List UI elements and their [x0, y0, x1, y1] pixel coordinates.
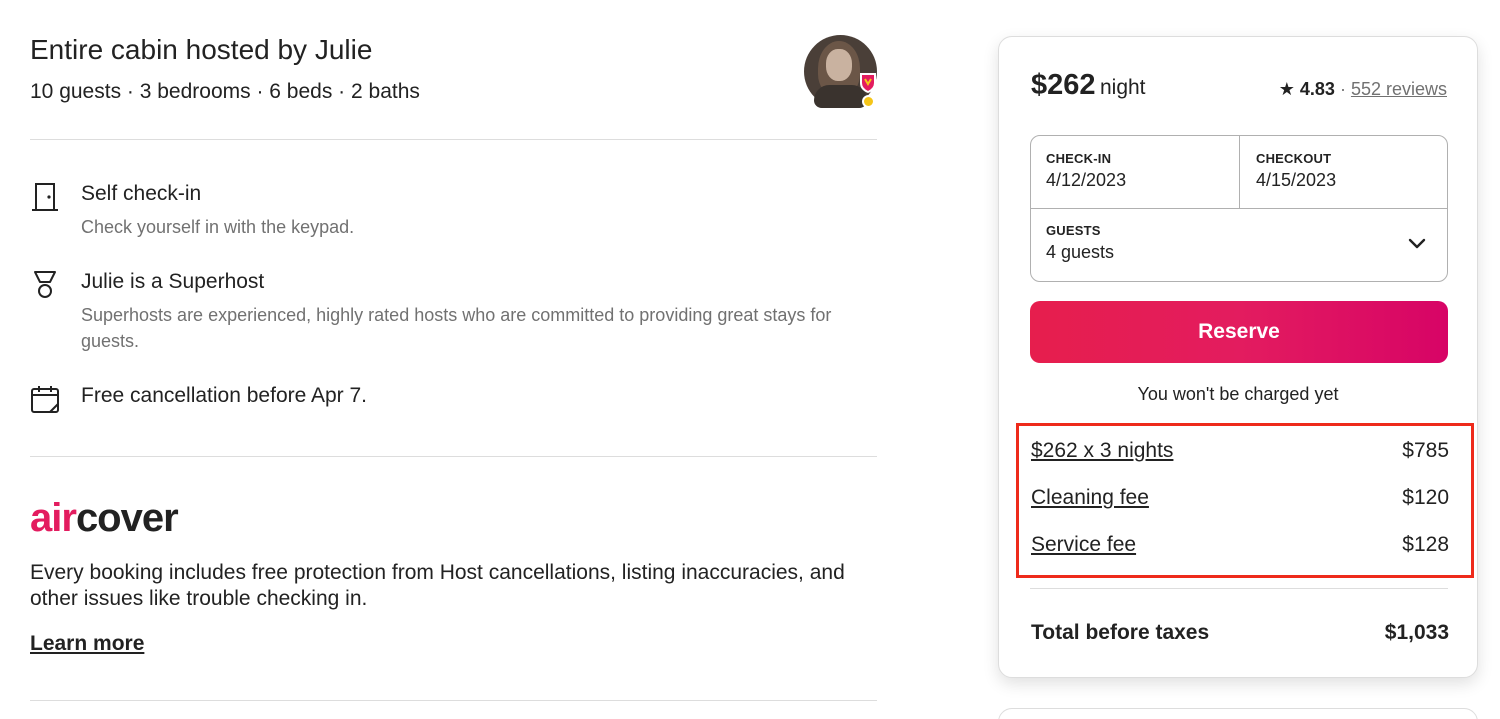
learn-more-link[interactable]: Learn more — [30, 632, 144, 656]
feature-title: Julie is a Superhost — [81, 270, 265, 293]
host-avatar[interactable] — [804, 35, 877, 108]
guests-value: 4 guests — [1046, 242, 1115, 262]
checkout-value: 4/15/2023 — [1256, 170, 1337, 190]
checkin-value: 4/12/2023 — [1046, 170, 1127, 190]
secondary-card — [998, 708, 1478, 719]
total-label: Total before taxes — [1031, 621, 1210, 644]
rating-separator: · — [1339, 79, 1346, 99]
price-amount: $262 — [1031, 69, 1096, 101]
guests-label: GUESTS — [1046, 223, 1101, 238]
superhost-medal-icon — [34, 271, 56, 298]
aircover-description: Every booking includes free protection f… — [30, 561, 845, 610]
divider — [30, 139, 877, 140]
reviews-link[interactable]: 552 reviews — [1351, 79, 1447, 100]
fee-label-link[interactable]: Service fee — [1031, 533, 1136, 556]
divider — [30, 456, 877, 457]
no-charge-note: You won't be charged yet — [1137, 384, 1339, 404]
total-value: $1,033 — [1384, 621, 1449, 644]
star-icon: ★ — [1278, 79, 1295, 99]
checkin-field[interactable]: CHECK-IN 4/12/2023 — [1046, 151, 1126, 191]
booking-card: $262 night ★ 4.83 · 552 reviews CHECK-IN… — [998, 36, 1478, 678]
nightly-price: $262 night — [1031, 69, 1146, 102]
fee-value: $120 — [1402, 486, 1449, 509]
feature-desc: Check yourself in with the keypad. — [81, 217, 355, 237]
total-row: Total before taxes $1,033 — [1031, 621, 1449, 645]
reserve-button[interactable]: Reserve — [1030, 301, 1448, 363]
fee-value: $128 — [1402, 533, 1449, 556]
fee-label-link[interactable]: $262 x 3 nights — [1031, 439, 1173, 462]
fee-row-service: Service fee $128 — [1031, 533, 1449, 557]
checkout-field[interactable]: CHECKOUT 4/15/2023 — [1256, 151, 1336, 191]
fee-label-link[interactable]: Cleaning fee — [1031, 486, 1149, 509]
feature-title: Self check-in — [81, 182, 202, 205]
date-guest-picker: CHECK-IN 4/12/2023 CHECKOUT 4/15/2023 GU… — [1030, 135, 1448, 282]
door-icon — [32, 183, 58, 211]
checkin-label: CHECK-IN — [1046, 151, 1112, 166]
fee-row-nights: $262 x 3 nights $785 — [1031, 439, 1449, 463]
listing-title: Entire cabin hosted by Julie — [30, 34, 373, 65]
chevron-down-icon[interactable] — [1407, 233, 1427, 253]
calendar-icon — [31, 386, 59, 413]
divider — [30, 700, 877, 701]
fee-value: $785 — [1402, 439, 1449, 462]
superhost-badge-icon — [860, 73, 876, 93]
feature-desc: Superhosts are experienced, highly rated… — [81, 305, 832, 351]
checkout-label: CHECKOUT — [1256, 151, 1332, 166]
rating-summary: ★ 4.83 · 552 reviews — [1279, 79, 1447, 100]
fee-row-cleaning: Cleaning fee $120 — [1031, 486, 1449, 510]
divider — [1030, 588, 1448, 589]
listing-capacity: 10 guests · 3 bedrooms · 6 beds · 2 bath… — [30, 80, 420, 103]
feature-title: Free cancellation before Apr 7. — [81, 384, 368, 407]
rating-score: 4.83 — [1299, 79, 1335, 99]
guests-field[interactable]: GUESTS 4 guests — [1046, 223, 1114, 263]
price-unit: night — [1099, 76, 1146, 99]
superhost-dot — [862, 95, 875, 108]
aircover-logo: aircover — [30, 496, 179, 540]
